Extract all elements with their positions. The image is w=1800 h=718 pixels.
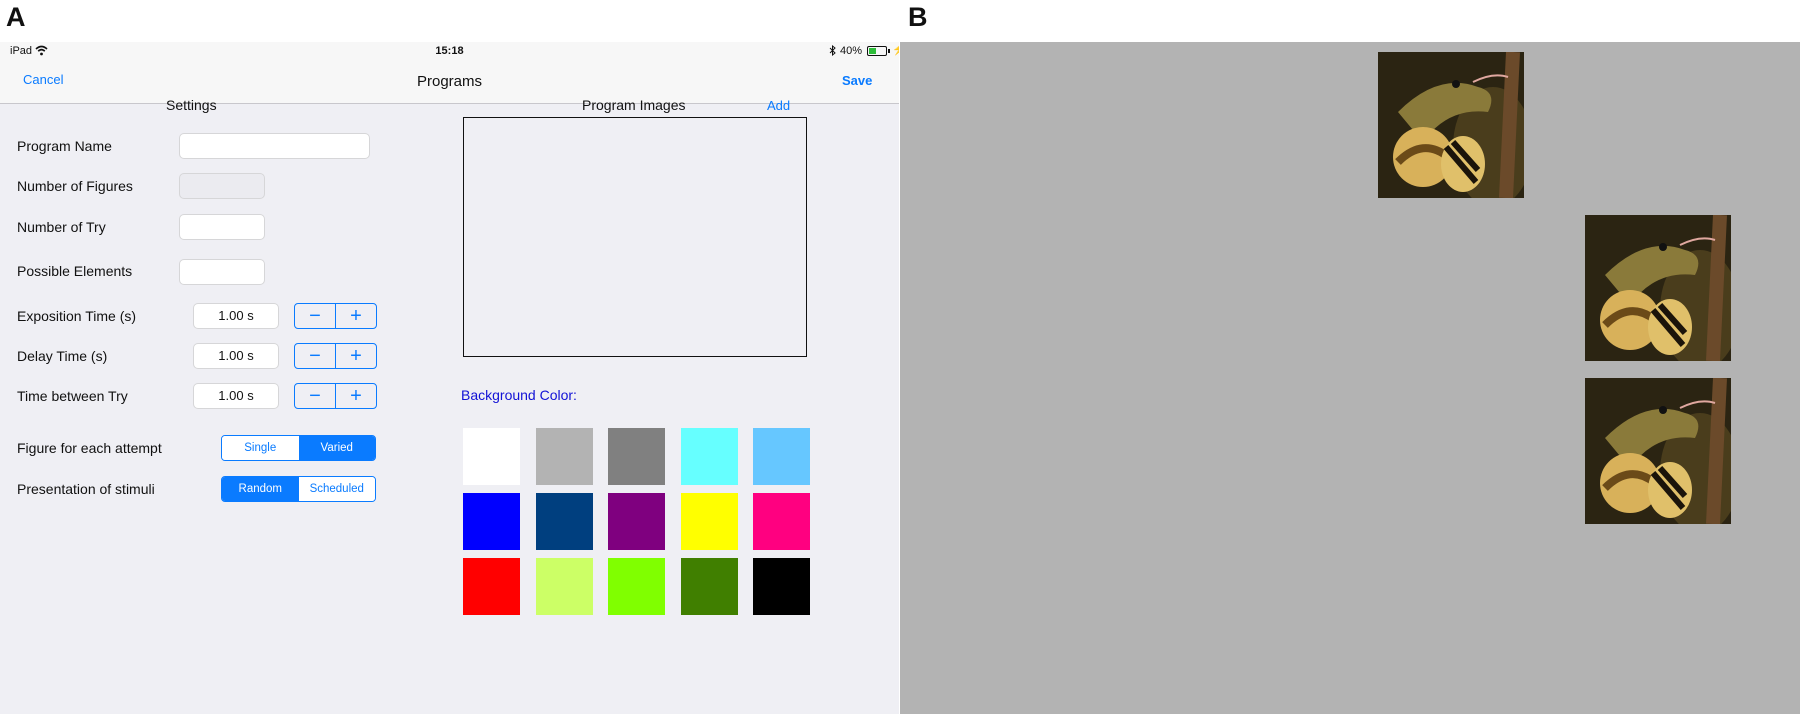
presentation-stimuli-segmented: Random Scheduled (221, 476, 376, 502)
snake-image (1585, 215, 1731, 361)
figure-each-attempt-label: Figure for each attempt (17, 440, 162, 456)
color-swatch[interactable] (536, 558, 593, 615)
navigation-bar: Cancel Programs Save (0, 60, 899, 104)
possible-elements-input[interactable] (179, 259, 265, 285)
stimulus-panel (900, 42, 1800, 714)
color-swatch[interactable] (753, 558, 810, 615)
color-swatch[interactable] (608, 493, 665, 550)
time-between-try-input[interactable]: 1.00 s (193, 383, 279, 409)
settings-heading: Settings (166, 97, 217, 113)
number-of-try-input[interactable] (179, 214, 265, 240)
color-swatch[interactable] (536, 428, 593, 485)
color-swatch[interactable] (681, 558, 738, 615)
segment-scheduled[interactable]: Scheduled (298, 477, 375, 501)
minus-icon[interactable]: − (295, 304, 335, 328)
color-swatch[interactable] (608, 428, 665, 485)
battery-icon (867, 46, 887, 56)
figure-each-attempt-segmented: Single Varied (221, 435, 376, 461)
bluetooth-icon (829, 45, 836, 56)
number-of-figures-label: Number of Figures (17, 178, 133, 194)
charging-icon: ⚡ (892, 44, 899, 56)
delay-time-label: Delay Time (s) (17, 348, 108, 364)
color-swatch[interactable] (753, 493, 810, 550)
color-swatch[interactable] (463, 493, 520, 550)
exposition-time-input[interactable]: 1.00 s (193, 303, 279, 329)
panel-label-b: B (908, 2, 928, 32)
snake-image (1378, 52, 1524, 198)
battery-tip (888, 49, 890, 53)
segment-random[interactable]: Random (222, 477, 299, 501)
program-images-area[interactable] (463, 117, 807, 357)
color-swatch[interactable] (463, 428, 520, 485)
add-image-button[interactable]: Add (767, 98, 790, 113)
plus-icon[interactable]: + (335, 304, 376, 328)
color-swatch[interactable] (681, 428, 738, 485)
program-images-heading: Program Images (582, 97, 686, 113)
status-bar: iPad 15:18 40% ⚡ (0, 42, 899, 60)
status-time: 15:18 (435, 45, 464, 57)
panel-label-a: A (6, 2, 26, 32)
color-swatch[interactable] (463, 558, 520, 615)
save-button[interactable]: Save (842, 73, 872, 88)
program-name-input[interactable] (179, 133, 370, 159)
page-title: Programs (416, 73, 483, 90)
time-between-try-stepper: − + (294, 383, 377, 409)
color-swatch[interactable] (608, 558, 665, 615)
minus-icon[interactable]: − (295, 344, 335, 368)
snake-image (1585, 378, 1731, 524)
time-between-try-label: Time between Try (17, 388, 128, 404)
battery-percent: 40% (840, 45, 863, 57)
program-name-label: Program Name (17, 138, 112, 154)
possible-elements-label: Possible Elements (17, 263, 133, 279)
color-swatch[interactable] (681, 493, 738, 550)
number-of-figures-input[interactable] (179, 173, 265, 199)
segment-varied[interactable]: Varied (298, 436, 375, 460)
background-color-label: Background Color: (461, 387, 577, 403)
color-swatch[interactable] (753, 428, 810, 485)
exposition-time-label: Exposition Time (s) (17, 308, 137, 324)
delay-time-input[interactable]: 1.00 s (193, 343, 279, 369)
presentation-stimuli-label: Presentation of stimuli (17, 481, 155, 497)
minus-icon[interactable]: − (295, 384, 335, 408)
delay-time-stepper: − + (294, 343, 377, 369)
segment-single[interactable]: Single (222, 436, 299, 460)
ipad-settings-screen: iPad 15:18 40% ⚡ Cancel Programs Save Se… (0, 42, 899, 714)
exposition-time-stepper: − + (294, 303, 377, 329)
plus-icon[interactable]: + (335, 344, 376, 368)
color-swatch[interactable] (536, 493, 593, 550)
plus-icon[interactable]: + (335, 384, 376, 408)
number-of-try-label: Number of Try (17, 219, 106, 235)
